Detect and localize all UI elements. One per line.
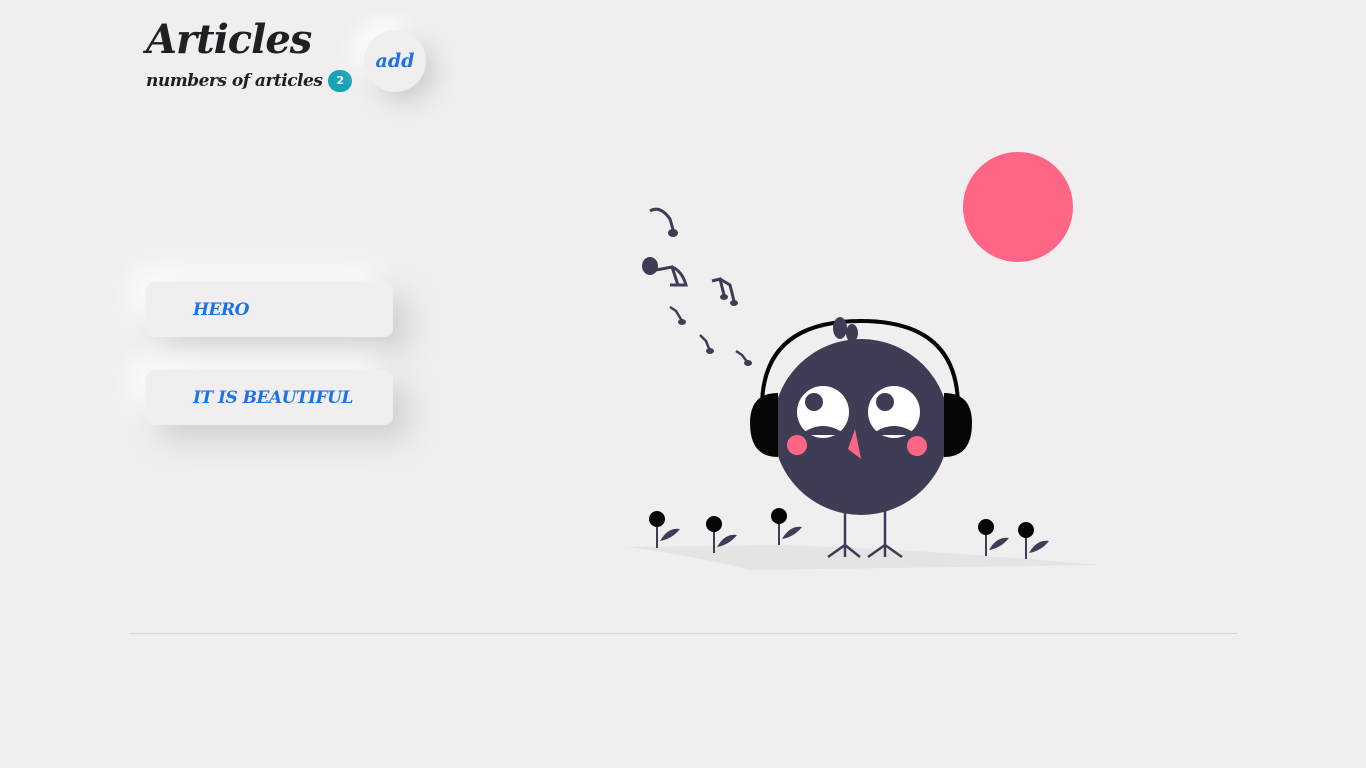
article-count-label: numbers of articles [146,71,323,91]
music-notes-icon [642,207,752,366]
article-card[interactable]: HERO [146,282,393,337]
article-link[interactable]: IT IS BEAUTIFUL [193,388,353,408]
article-count-row: numbers of articles 2 [146,70,353,92]
bird-body [773,339,949,515]
article-count-badge: 2 [328,70,353,92]
article-link[interactable]: HERO [193,300,249,320]
add-article-button[interactable]: add [364,30,426,92]
bird-cheek-right [907,436,927,456]
bird-with-headphones-icon [625,152,1100,570]
footer-divider [129,633,1237,634]
bird-cheek-left [787,435,807,455]
page-header: Articles numbers of articles 2 [146,14,353,92]
headphones-left-cup [750,393,778,457]
ground-shadow [625,545,1100,570]
sun-icon [963,152,1073,262]
headphones-right-cup [944,393,972,457]
article-card[interactable]: IT IS BEAUTIFUL [146,370,393,425]
page-title: Articles [146,16,312,63]
article-list: HERO IT IS BEAUTIFUL [146,282,393,458]
